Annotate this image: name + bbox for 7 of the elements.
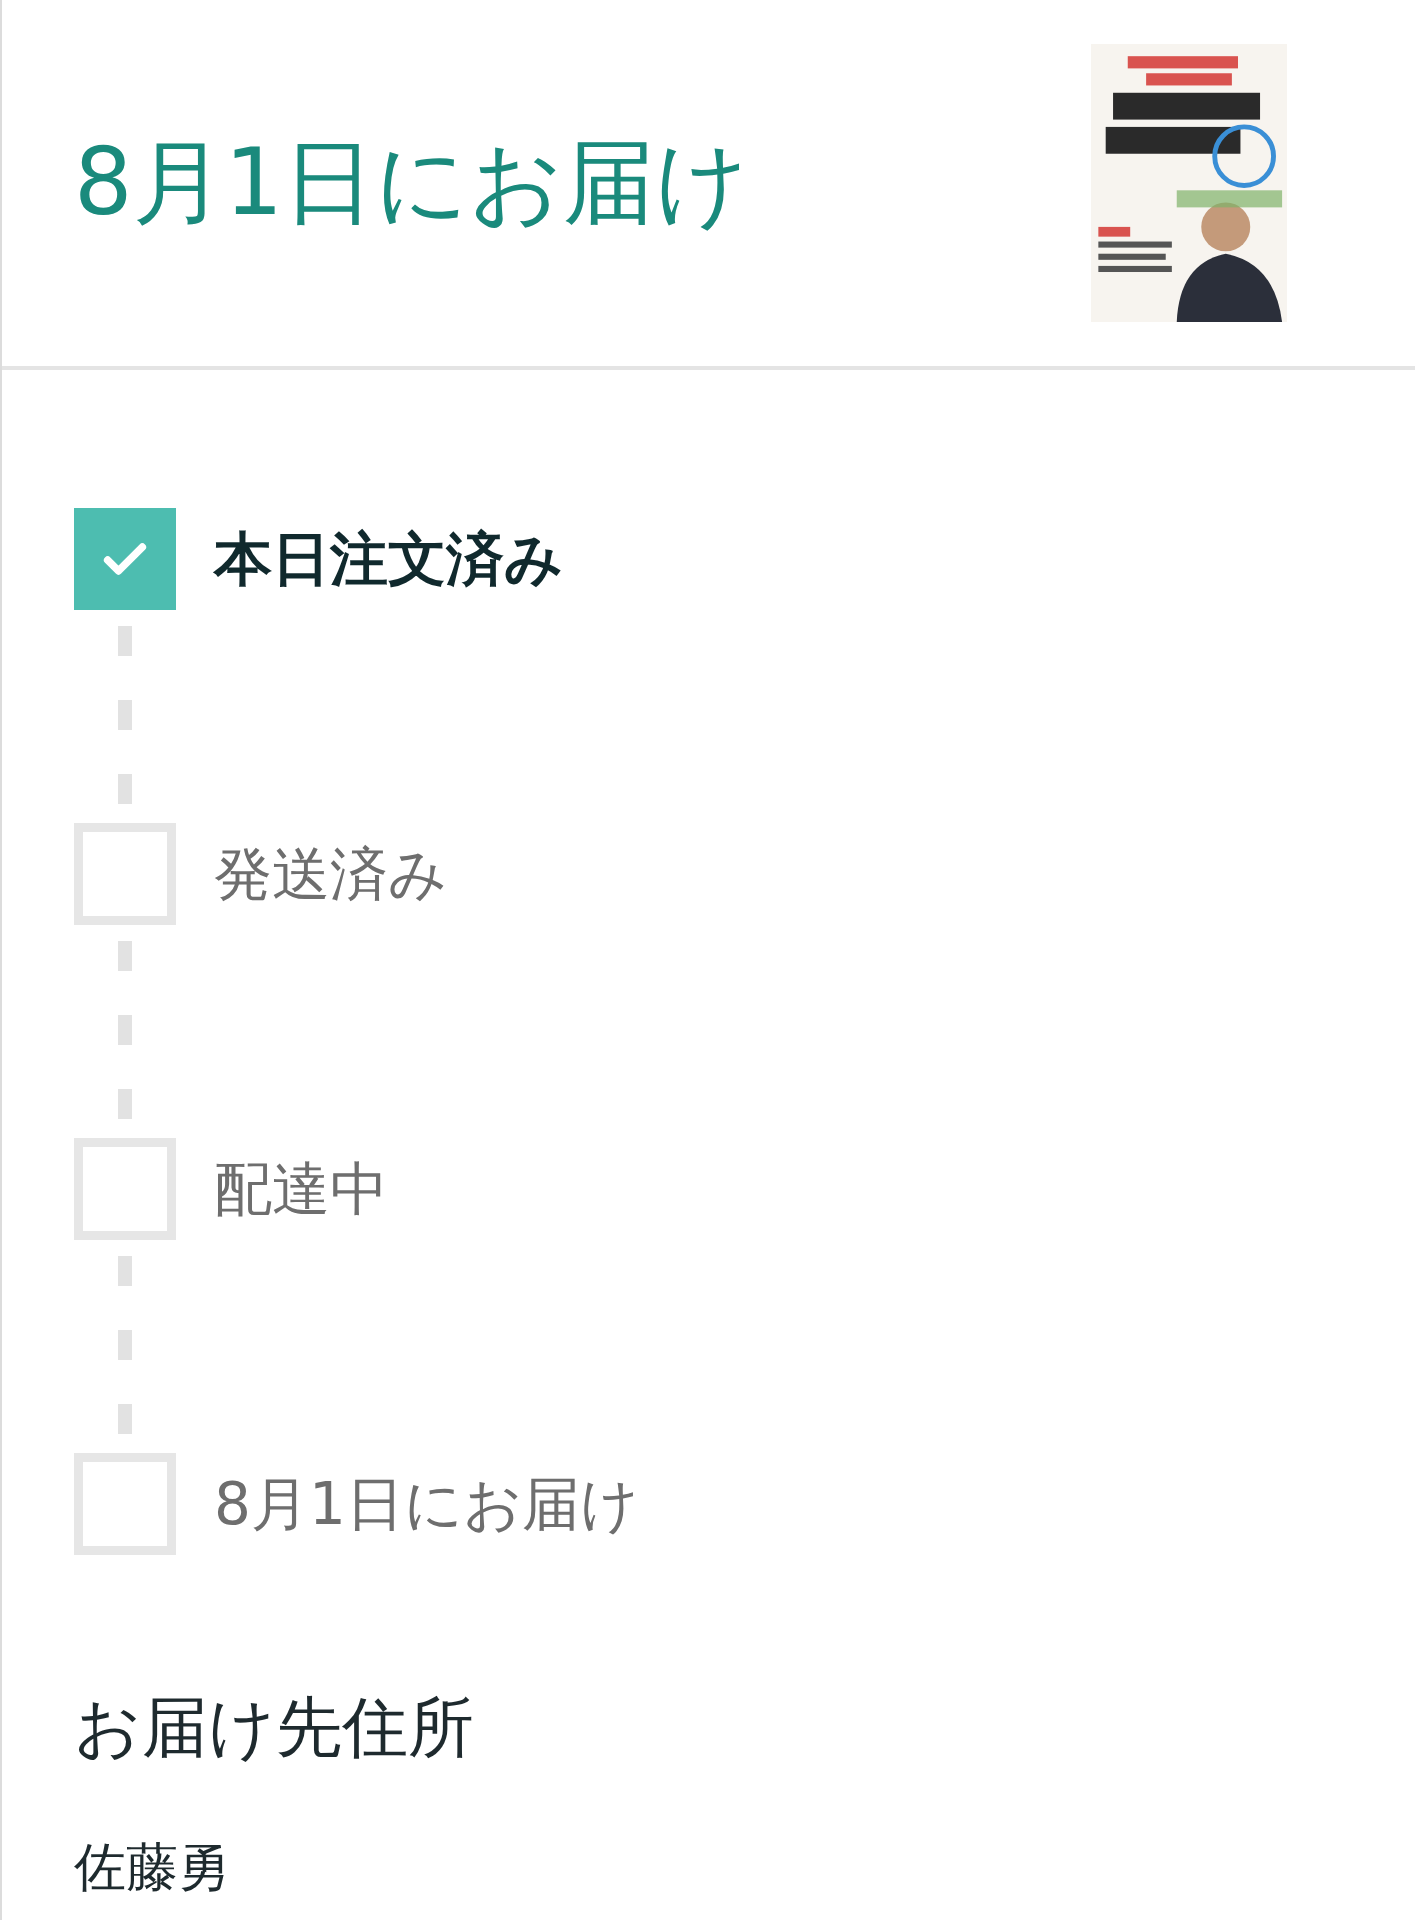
step-label: 配達中 (214, 1153, 388, 1225)
recipient-name: 佐藤勇 (74, 1841, 231, 1893)
step-label: 発送済み (214, 838, 447, 910)
address-heading: お届け先住所 (74, 1695, 475, 1761)
step-label: 8月1日にお届け (214, 1468, 639, 1540)
delivery-date-title: 8月1日にお届け (74, 137, 750, 229)
step-label: 本日注文済み (214, 523, 563, 595)
